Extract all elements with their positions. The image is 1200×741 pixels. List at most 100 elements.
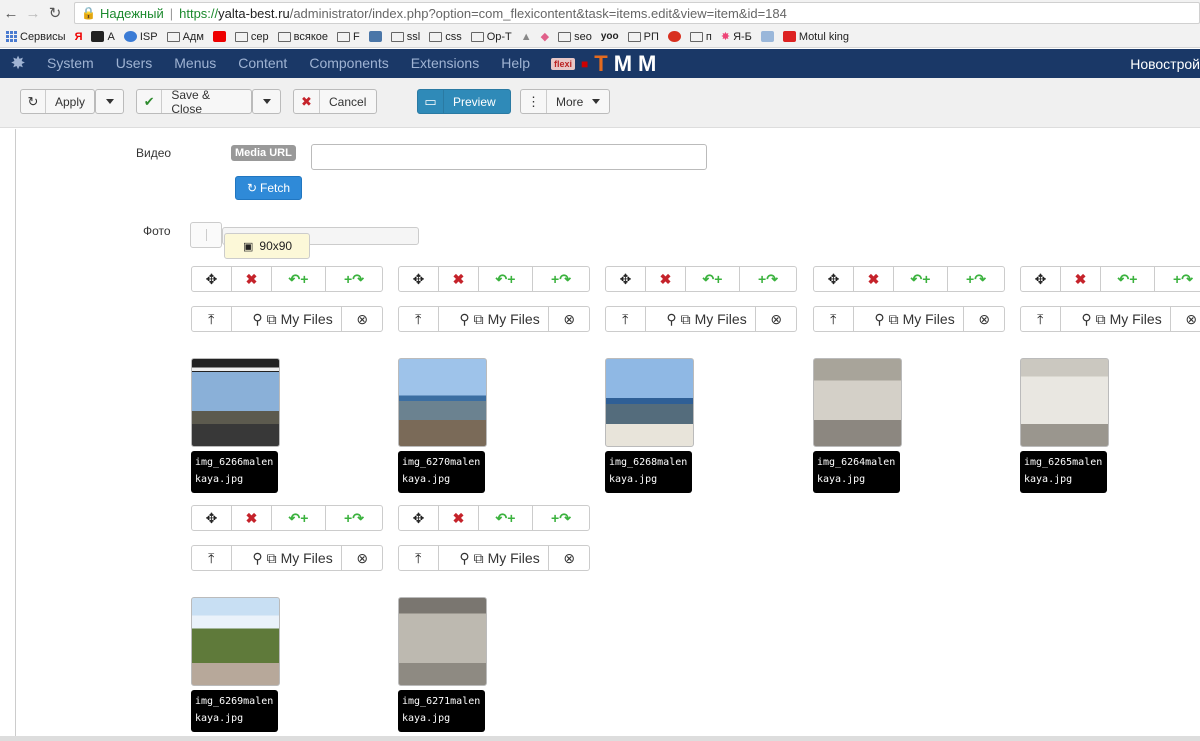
- insert-before-icon[interactable]: ↶+: [1101, 267, 1155, 291]
- bookmark-seo[interactable]: seo: [558, 31, 592, 43]
- insert-before-icon[interactable]: ↶+: [272, 506, 326, 530]
- clear-icon[interactable]: ⊗: [342, 307, 382, 331]
- insert-after-icon[interactable]: +↷: [326, 506, 382, 530]
- my-files-button[interactable]: ⚲ ⧉ My Files: [439, 546, 550, 570]
- bookmark-youtube[interactable]: [212, 31, 226, 42]
- save-close-button[interactable]: ✔ Save & Close: [136, 88, 252, 116]
- image-thumbnail[interactable]: [398, 358, 487, 447]
- insert-after-icon[interactable]: +↷: [326, 267, 382, 291]
- insert-before-icon[interactable]: ↶+: [272, 267, 326, 291]
- move-icon[interactable]: ✥: [1021, 267, 1061, 291]
- delete-icon[interactable]: ✖: [646, 267, 686, 291]
- menu-menus[interactable]: Menus: [163, 49, 227, 78]
- move-icon[interactable]: ✥: [399, 267, 439, 291]
- site-name-link[interactable]: Новострой: [1130, 56, 1200, 72]
- m-logo-2[interactable]: M: [638, 51, 656, 77]
- fetch-button[interactable]: ↻ Fetch: [235, 176, 302, 200]
- upload-icon[interactable]: ⤒: [192, 307, 232, 331]
- my-files-button[interactable]: ⚲ ⧉ My Files: [232, 546, 343, 570]
- menu-content[interactable]: Content: [227, 49, 298, 78]
- image-thumbnail[interactable]: [191, 358, 280, 447]
- bookmark-css[interactable]: css: [429, 31, 462, 43]
- upload-icon[interactable]: ⤒: [606, 307, 646, 331]
- image-thumbnail[interactable]: [191, 597, 280, 686]
- move-icon[interactable]: ✥: [192, 506, 232, 530]
- bookmark-motul[interactable]: Motul king: [782, 31, 849, 43]
- joomla-logo-icon[interactable]: ✸: [0, 49, 36, 78]
- back-arrow-icon[interactable]: ←: [0, 2, 22, 24]
- m-logo[interactable]: M: [614, 51, 632, 77]
- clear-icon[interactable]: ⊗: [342, 546, 382, 570]
- delete-icon[interactable]: ✖: [1061, 267, 1101, 291]
- upload-icon[interactable]: ⤒: [399, 546, 439, 570]
- reload-icon[interactable]: ↻: [44, 2, 66, 24]
- bookmark-calendar[interactable]: [760, 31, 774, 42]
- insert-before-icon[interactable]: ↶+: [686, 267, 740, 291]
- menu-components[interactable]: Components: [298, 49, 399, 78]
- delete-icon[interactable]: ✖: [439, 267, 479, 291]
- media-url-input[interactable]: [311, 144, 707, 170]
- menu-extensions[interactable]: Extensions: [400, 49, 490, 78]
- upload-icon[interactable]: ⤒: [1021, 307, 1061, 331]
- bookmark-vsyakoe[interactable]: всякое: [277, 31, 328, 43]
- bookmark-pink[interactable]: ◆: [541, 30, 549, 43]
- bookmark-ssl[interactable]: ssl: [390, 31, 420, 43]
- upload-icon[interactable]: ⤒: [192, 546, 232, 570]
- bookmark-isp[interactable]: ISP: [123, 31, 158, 43]
- preview-button[interactable]: ▭ Preview: [417, 89, 511, 114]
- insert-after-icon[interactable]: +↷: [533, 506, 589, 530]
- move-icon[interactable]: ✥: [814, 267, 854, 291]
- image-thumbnail[interactable]: [398, 597, 487, 686]
- clear-icon[interactable]: ⊗: [549, 307, 589, 331]
- more-button[interactable]: ⋮ More: [520, 89, 610, 114]
- my-files-button[interactable]: ⚲ ⧉ My Files: [1061, 307, 1172, 331]
- delete-icon[interactable]: ✖: [232, 506, 272, 530]
- bookmark-ussr[interactable]: [667, 31, 681, 42]
- delete-icon[interactable]: ✖: [232, 267, 272, 291]
- bookmark-rp[interactable]: РП: [627, 31, 659, 43]
- delete-icon[interactable]: ✖: [439, 506, 479, 530]
- menu-system[interactable]: System: [36, 49, 105, 78]
- my-files-button[interactable]: ⚲ ⧉ My Files: [646, 307, 757, 331]
- move-icon[interactable]: ✥: [192, 267, 232, 291]
- bookmark-triangle[interactable]: ▲: [521, 31, 532, 43]
- bookmark-opt[interactable]: Op-T: [470, 31, 512, 43]
- bookmark-a[interactable]: А: [91, 31, 115, 43]
- bookmark-apps[interactable]: Сервисы: [6, 31, 66, 43]
- apply-dropdown-button[interactable]: [95, 89, 124, 114]
- insert-before-icon[interactable]: ↶+: [479, 506, 533, 530]
- url-bar[interactable]: 🔒 Надежный | https://yalta-best.ru/admin…: [74, 2, 1200, 24]
- move-icon[interactable]: ✥: [399, 506, 439, 530]
- image-thumbnail[interactable]: [813, 358, 902, 447]
- menu-help[interactable]: Help: [490, 49, 541, 78]
- save-dropdown-button[interactable]: [252, 89, 281, 114]
- upload-icon[interactable]: ⤒: [814, 307, 854, 331]
- bookmark-vk[interactable]: [368, 31, 382, 42]
- red-figure-icon[interactable]: ■: [581, 57, 588, 71]
- my-files-button[interactable]: ⚲ ⧉ My Files: [439, 307, 550, 331]
- insert-before-icon[interactable]: ↶+: [479, 267, 533, 291]
- clear-icon[interactable]: ⊗: [1171, 307, 1200, 331]
- delete-icon[interactable]: ✖: [854, 267, 894, 291]
- bookmark-ya-b[interactable]: ✸ Я-Б: [721, 30, 752, 44]
- my-files-button[interactable]: ⚲ ⧉ My Files: [232, 307, 343, 331]
- apply-button[interactable]: ↻ Apply: [20, 89, 95, 114]
- bookmark-adm[interactable]: Адм: [166, 31, 204, 43]
- bookmark-ser[interactable]: сер: [234, 31, 269, 43]
- move-icon[interactable]: ✥: [606, 267, 646, 291]
- my-files-button[interactable]: ⚲ ⧉ My Files: [854, 307, 965, 331]
- flexi-logo[interactable]: flexi: [551, 57, 576, 70]
- insert-before-icon[interactable]: ↶+: [894, 267, 948, 291]
- thumb-size-handle[interactable]: [190, 222, 222, 248]
- bookmark-f[interactable]: F: [337, 31, 360, 43]
- bookmark-yandex[interactable]: Я: [75, 31, 83, 43]
- forward-arrow-icon[interactable]: →: [22, 2, 44, 24]
- clear-icon[interactable]: ⊗: [964, 307, 1004, 331]
- image-thumbnail[interactable]: [1020, 358, 1109, 447]
- bookmark-yoo[interactable]: yoo: [601, 31, 619, 42]
- insert-after-icon[interactable]: +↷: [948, 267, 1004, 291]
- t-logo[interactable]: T: [594, 51, 607, 77]
- image-thumbnail[interactable]: [605, 358, 694, 447]
- menu-users[interactable]: Users: [105, 49, 164, 78]
- clear-icon[interactable]: ⊗: [756, 307, 796, 331]
